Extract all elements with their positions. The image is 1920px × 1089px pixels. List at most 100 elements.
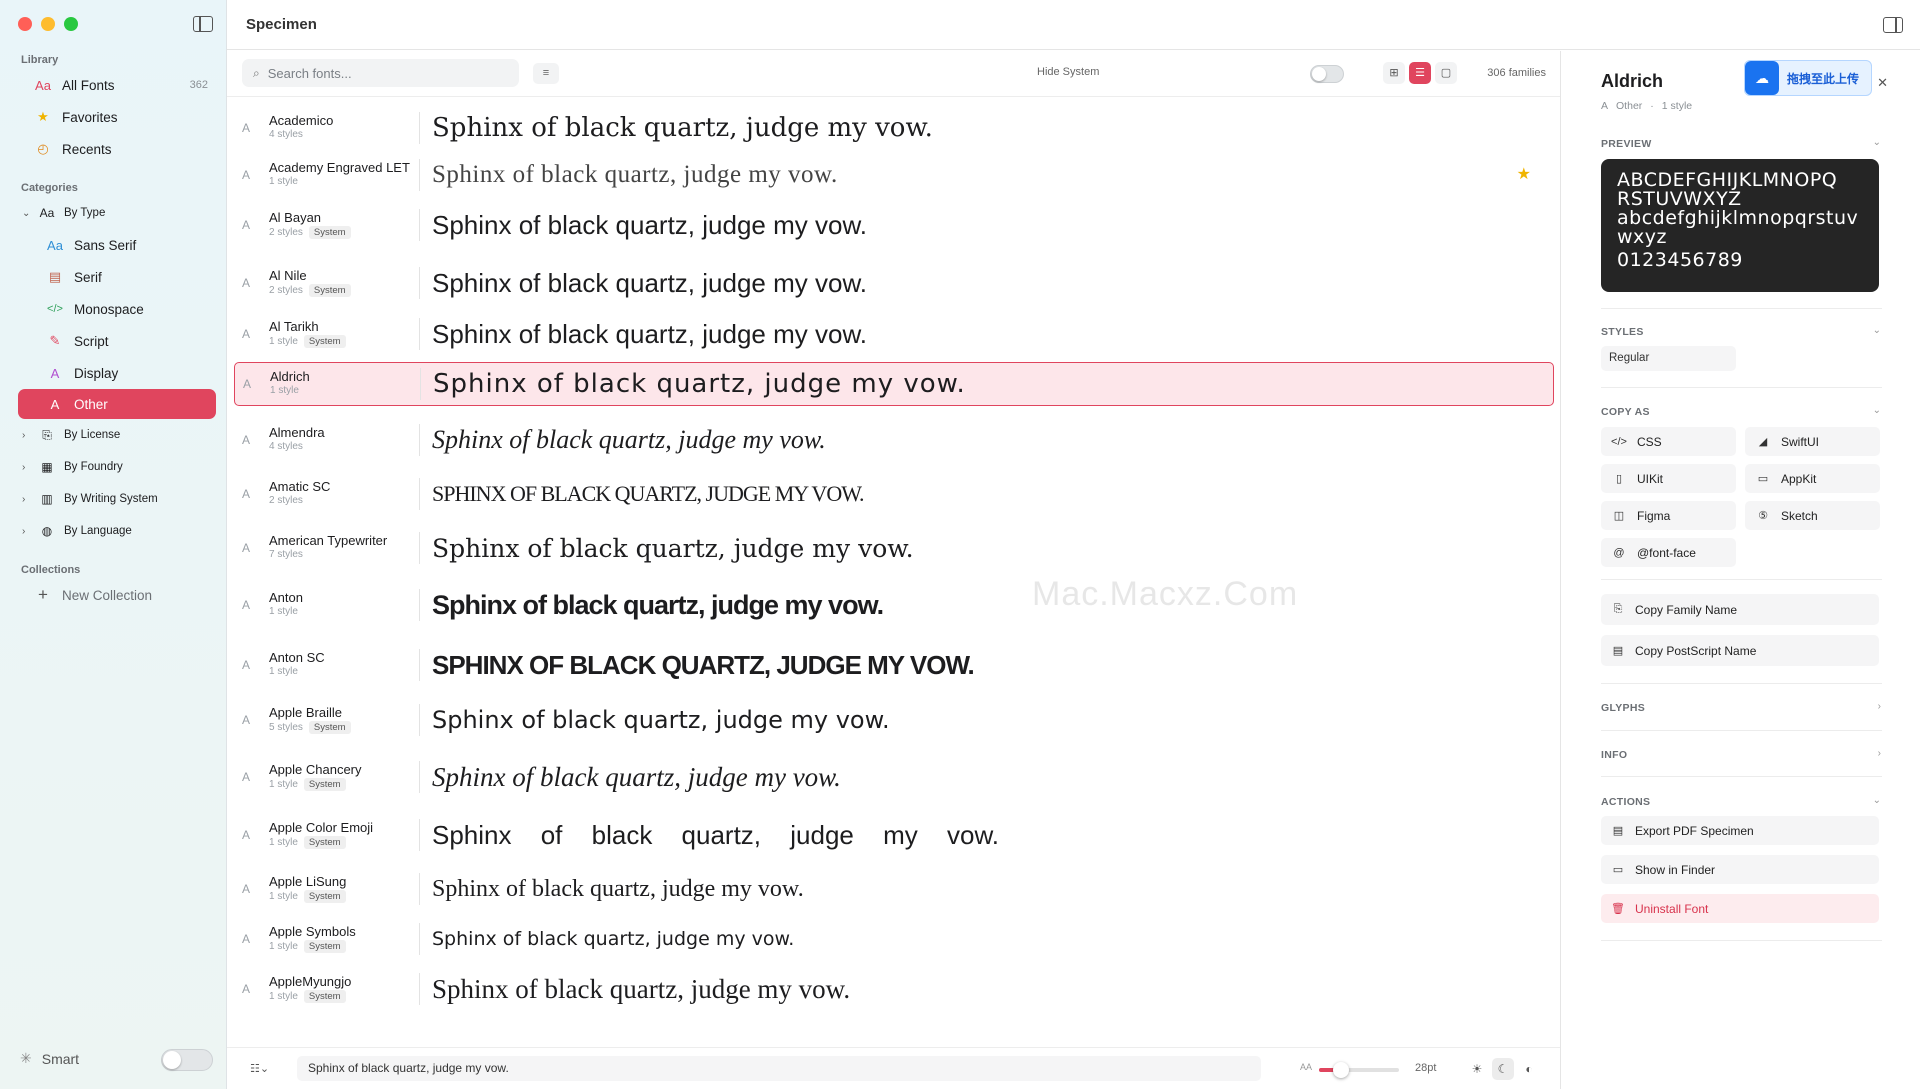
- sidebar-toggle-icon[interactable]: [193, 16, 213, 32]
- export-pdf-button[interactable]: ▤ Export PDF Specimen: [1601, 816, 1879, 845]
- divider: [419, 873, 420, 905]
- copy-uikit-button[interactable]: ▯ UIKit: [1601, 464, 1736, 493]
- other-icon: A: [50, 396, 60, 412]
- font-row[interactable]: A Amatic SC 2 styles SPHINX OF BLACK QUARTZ…: [234, 476, 1554, 512]
- sidebar-item-all-fonts[interactable]: Aa All Fonts 362: [18, 70, 216, 100]
- font-row[interactable]: A Academico 4 styles Sphinx of black quartz…: [234, 110, 1554, 146]
- upload-drop-badge[interactable]: ☁ 拖拽至此上传: [1744, 60, 1872, 96]
- contrast-icon[interactable]: ◐: [1518, 1058, 1540, 1080]
- font-row[interactable]: A Anton 1 style Sphinx of black quartz, jud…: [234, 587, 1554, 623]
- copy-swiftui-button[interactable]: ◢ SwiftUI: [1745, 427, 1880, 456]
- sidebar-item-sans-serif[interactable]: Aa Sans Serif: [18, 230, 216, 260]
- size-slider[interactable]: [1319, 1062, 1399, 1078]
- font-row[interactable]: A Apple Chancery 1 style System Sphinx of bl…: [234, 759, 1554, 795]
- search-input[interactable]: [267, 65, 488, 81]
- chevron-right-icon[interactable]: ›: [1878, 701, 1881, 712]
- grid-view-icon[interactable]: ⊞: [1383, 62, 1405, 84]
- sidebar-group-by-language[interactable]: › ◍ By Language: [18, 516, 216, 546]
- new-collection-button[interactable]: + New Collection: [18, 580, 216, 610]
- close-icon[interactable]: ✕: [1877, 75, 1888, 91]
- font-preview-text: Sphinx of black quartz, judge my vow.: [432, 425, 826, 454]
- layout-menu-icon[interactable]: ☷⌄: [250, 1062, 269, 1075]
- uninstall-font-button[interactable]: 🗑 Uninstall Font: [1601, 894, 1879, 923]
- card-view-icon[interactable]: ▢: [1435, 62, 1457, 84]
- font-row[interactable]: A Aldrich 1 style Sphinx of black quartz, j…: [234, 362, 1554, 406]
- font-row[interactable]: A Al Tarikh 1 style System Sphinx of black q…: [234, 316, 1554, 352]
- copy-sketch-button[interactable]: ⑤ Sketch: [1745, 501, 1880, 530]
- chevron-down-icon[interactable]: ⌄: [22, 208, 32, 219]
- sidebar-item-display[interactable]: A Display: [18, 358, 216, 388]
- inspector-toggle-icon[interactable]: [1883, 17, 1903, 33]
- hide-system-toggle[interactable]: [1310, 65, 1344, 83]
- smart-toggle[interactable]: [161, 1049, 213, 1071]
- size-slider-knob[interactable]: [1332, 1062, 1349, 1078]
- copy-postscript-name-button[interactable]: ▤ Copy PostScript Name: [1601, 635, 1879, 666]
- chevron-right-icon[interactable]: ›: [22, 430, 32, 441]
- copy-appkit-button[interactable]: ▭ AppKit: [1745, 464, 1880, 493]
- sidebar-item-label: Recents: [62, 141, 112, 157]
- at-icon: @: [1613, 546, 1625, 559]
- font-preview-text: Sphinx of black quartz, judge my vow.: [432, 761, 841, 792]
- chevron-right-icon[interactable]: ›: [22, 526, 32, 537]
- copy-font-face-button[interactable]: @ @font-face: [1601, 538, 1736, 567]
- copy-figma-button[interactable]: ◫ Figma: [1601, 501, 1736, 530]
- list-view-icon[interactable]: ☰: [1409, 62, 1431, 84]
- sidebar-item-script[interactable]: ✎ Script: [18, 326, 216, 356]
- chevron-down-icon[interactable]: ⌄: [1873, 325, 1881, 336]
- font-row[interactable]: A Al Bayan 2 styles System Sphinx of black q…: [234, 207, 1554, 243]
- sidebar-group-by-foundry[interactable]: › ▦ By Foundry: [18, 452, 216, 482]
- divider: [1601, 387, 1882, 388]
- inspector-subtitle: A Other · 1 style: [1601, 100, 1692, 112]
- font-styles: 1 style System: [269, 335, 346, 348]
- moon-icon[interactable]: ☾: [1492, 1058, 1514, 1080]
- font-row[interactable]: A Al Nile 2 styles System Sphinx of black qu…: [234, 265, 1554, 301]
- sidebar-item-favorites[interactable]: ★ Favorites: [18, 102, 216, 132]
- font-row[interactable]: A Apple Color Emoji 1 style System Sphinx of…: [234, 817, 1554, 853]
- button-label: UIKit: [1637, 471, 1664, 486]
- font-row[interactable]: A Anton SC 1 style SPHINX OF BLACK QUARTZ, …: [234, 647, 1554, 683]
- copy-css-button[interactable]: </> CSS: [1601, 427, 1736, 456]
- chevron-right-icon[interactable]: ›: [22, 462, 32, 473]
- font-row[interactable]: A Almendra 4 styles Sphinx of black quartz,…: [234, 422, 1554, 458]
- close-window-button[interactable]: [18, 17, 32, 31]
- divider: [1601, 940, 1882, 941]
- font-row[interactable]: A Apple Symbols 1 style System Sphinx of bla…: [234, 921, 1554, 957]
- chevron-right-icon[interactable]: ›: [1878, 748, 1881, 759]
- font-preview-text: Sphinx of black quartz, judge my vow.: [432, 113, 933, 143]
- chevron-down-icon[interactable]: ⌄: [1873, 795, 1881, 806]
- info-header[interactable]: INFO: [1601, 749, 1627, 761]
- sidebar-group-by-license[interactable]: › ⎘ By License: [18, 420, 216, 450]
- font-row[interactable]: A AppleMyungjo 1 style System Sphinx of blac…: [234, 971, 1554, 1007]
- style-regular[interactable]: Regular: [1601, 346, 1736, 371]
- show-in-finder-button[interactable]: ▭ Show in Finder: [1601, 855, 1879, 884]
- sidebar-group-by-writing-system[interactable]: › ▥ By Writing System: [18, 484, 216, 514]
- sidebar-item-monospace[interactable]: </> Monospace: [18, 294, 216, 324]
- chevron-down-icon[interactable]: ⌄: [1873, 137, 1881, 148]
- favorite-star-icon[interactable]: ★: [1517, 164, 1531, 184]
- copy-family-name-button[interactable]: ⎘ Copy Family Name: [1601, 594, 1879, 625]
- font-type-icon: A: [242, 658, 251, 672]
- system-badge: System: [308, 284, 351, 297]
- chevron-right-icon[interactable]: ›: [22, 494, 32, 505]
- sidebar-item-other[interactable]: A Other: [18, 389, 216, 419]
- zoom-window-button[interactable]: [64, 17, 78, 31]
- style-count: 1 style: [269, 779, 298, 790]
- code-icon: </>: [1611, 435, 1627, 448]
- sidebar-item-serif[interactable]: ▤ Serif: [18, 262, 216, 292]
- filter-button[interactable]: ≡: [533, 63, 559, 84]
- glyphs-header[interactable]: GLYPHS: [1601, 702, 1645, 714]
- font-row[interactable]: A Apple LiSung 1 style System Sphinx of blac…: [234, 871, 1554, 907]
- sun-icon[interactable]: ☀: [1466, 1058, 1488, 1080]
- sample-text-input[interactable]: Sphinx of black quartz, judge my vow.: [297, 1056, 1261, 1081]
- font-name: Academy Engraved LET: [269, 160, 410, 175]
- font-row[interactable]: A American Typewriter 7 styles Sphinx of bl…: [234, 530, 1554, 566]
- sidebar-group-by-type[interactable]: ⌄ Aa By Type: [18, 198, 216, 228]
- sidebar-item-recents[interactable]: ◴ Recents: [18, 134, 216, 164]
- minimize-window-button[interactable]: [41, 17, 55, 31]
- font-type-icon: A: [242, 168, 251, 182]
- font-row[interactable]: A Apple Braille 5 styles System Sphinx of bl…: [234, 702, 1554, 738]
- font-row[interactable]: A Academy Engraved LET 1 style Sphinx of bl…: [234, 157, 1554, 193]
- button-label: Figma: [1637, 508, 1671, 523]
- chevron-down-icon[interactable]: ⌄: [1873, 405, 1881, 416]
- search-box[interactable]: ⌕: [242, 59, 519, 87]
